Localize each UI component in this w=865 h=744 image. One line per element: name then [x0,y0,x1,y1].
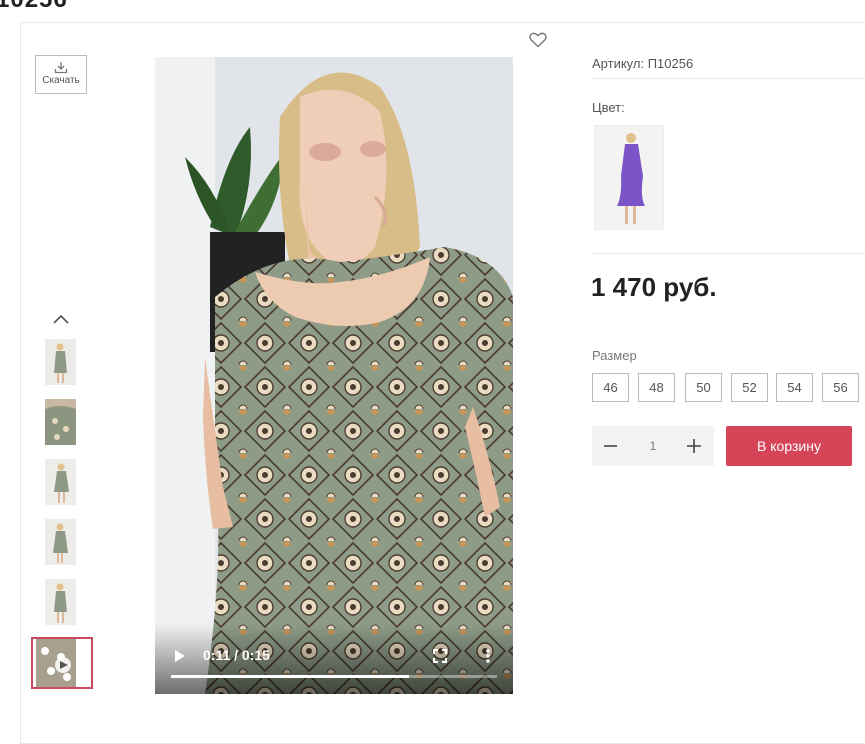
thumbnail-3[interactable] [45,459,76,505]
size-option[interactable]: 52 [731,373,768,402]
download-icon [54,62,68,74]
fullscreen-icon[interactable] [433,649,447,663]
chevron-up-icon[interactable] [52,312,70,326]
plus-icon[interactable] [674,426,714,466]
more-vert-icon[interactable] [485,648,491,664]
thumbnail-2[interactable] [45,399,76,445]
video-progress-bar[interactable] [171,675,497,678]
size-option[interactable]: 56 [822,373,859,402]
video-time: 0:11 / 0:15 [203,647,270,663]
thumbnail-4[interactable] [45,519,76,565]
product-price: 1 470 руб. [591,272,717,302]
size-label: Размер [592,348,637,363]
quantity-input[interactable]: 1 [632,426,674,466]
download-button[interactable]: Скачать [35,55,87,94]
color-label: Цвет: [592,100,625,115]
heart-icon[interactable] [529,32,547,48]
size-option[interactable]: 50 [685,373,722,402]
download-label: Скачать [42,75,80,86]
thumbnail-1[interactable] [45,339,76,385]
video-controls: 0:11 / 0:15 [155,624,513,694]
minus-icon[interactable] [592,426,632,466]
product-video[interactable]: 0:11 / 0:15 [155,57,513,694]
video-frame [155,57,513,694]
play-icon[interactable] [173,649,187,663]
add-to-cart-button[interactable]: В корзину [726,426,852,466]
quantity-stepper: 1 [592,426,714,466]
page-title: 10256 [0,0,68,14]
thumbnail-5[interactable] [45,579,76,625]
size-option[interactable]: 48 [638,373,675,402]
size-option[interactable]: 46 [592,373,629,402]
video-progress-fill [171,675,409,678]
divider [592,78,865,79]
thumbnail-video[interactable] [31,637,93,689]
product-article: Артикул: П10256 [592,56,694,71]
divider [592,253,865,254]
size-option[interactable]: 54 [776,373,813,402]
color-swatch-purple[interactable] [594,125,664,230]
